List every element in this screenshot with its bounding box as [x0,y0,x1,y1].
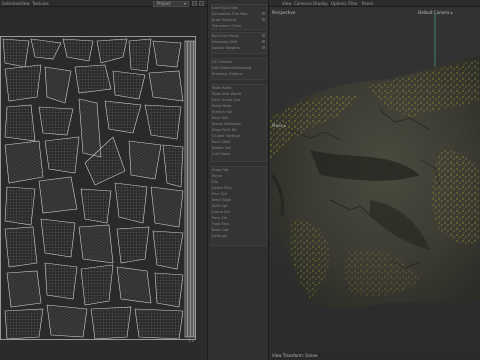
viewport-menu-display[interactable]: Display [313,1,328,6]
tool-panel: Load Sub-Files Simulation Flat Map Auto … [207,0,269,360]
settings-icon[interactable] [199,1,204,6]
perspective-label[interactable]: Perspective [272,10,295,15]
menu-textures[interactable]: Textures [32,1,49,6]
toggle-checkbox[interactable] [262,34,265,37]
move-tool-label: Move ▸ [272,123,287,128]
tool-row[interactable]: Pack Shell [212,140,230,144]
viewport-menu-filter[interactable]: Filter [348,1,358,6]
tool-row[interactable]: Simulation Flat Map [212,12,248,16]
tool-row[interactable]: Visual Distortion [212,122,241,126]
uv-corner-label: 1.0 [188,338,195,343]
tool-row[interactable]: Cluster Settings [212,134,241,138]
tool-row[interactable]: Texel Size World [212,92,241,96]
tool-row[interactable]: Weld Edge [212,198,231,202]
tool-row[interactable]: Group Set [212,210,230,214]
viewport-menu-cameras[interactable]: Cameras [294,1,312,6]
toggle-checkbox[interactable] [262,40,265,43]
3d-viewport[interactable]: View Cameras Display Options Filter Pane… [270,0,480,360]
tool-row[interactable]: Align Pack Dir [212,128,237,132]
toggle-checkbox[interactable] [262,18,265,21]
tool-row[interactable]: Settings [212,234,227,238]
grid-icon[interactable] [192,1,197,6]
menu-view[interactable]: View [20,1,30,6]
tool-row[interactable]: Pack Group Opt [212,98,240,102]
view-transform-label: View Transform: Scene [272,353,318,358]
tool-row[interactable]: Transform Chnls [212,24,241,28]
rock-model [270,0,480,360]
menu-selection[interactable]: Selection [2,1,20,6]
camera-label[interactable]: Default Camera ▸ [418,10,453,15]
tool-row[interactable]: Pins Opt [212,192,227,196]
toggle-checkbox[interactable] [262,46,265,49]
tool-row[interactable]: Relax Rate [212,104,231,108]
tool-row[interactable]: Dropping Shift [212,40,238,44]
tool-row[interactable]: Load Sub-Files [212,6,238,10]
tool-row[interactable]: Aspect Weights [212,46,240,50]
tool-row[interactable]: Pack Opt [212,116,228,120]
uv-editor-panel: 1.0 [0,8,207,360]
project-dropdown-value: Project [157,1,171,6]
tool-row[interactable]: Texel Ratio [212,86,231,90]
tool-row[interactable]: UV Checker [212,60,233,64]
tool-row[interactable]: Edit Material/Mapping [212,66,251,70]
tool-row[interactable]: Flip [212,180,218,184]
chevron-down-icon: ▾ [183,1,186,6]
tool-row[interactable]: Bake Opt [212,228,229,232]
project-dropdown[interactable]: Project ▾ [153,1,189,7]
tool-row[interactable]: Stacking Options [212,72,243,76]
tool-row[interactable]: Flow Pack [212,222,230,226]
uv-islands [1,37,195,339]
tool-row[interactable]: Cut Edges [212,152,230,156]
viewport-menu-view[interactable]: View [282,1,292,6]
tool-row[interactable]: Pack Sel [212,216,227,220]
tool-row[interactable]: Split Opt [212,204,228,208]
tool-row[interactable]: Auto Merging [212,18,236,22]
uv-canvas[interactable] [0,36,196,340]
tool-row[interactable]: Rotate Set [212,146,231,150]
viewport-menu-options[interactable]: Options [331,1,346,6]
tool-row[interactable]: Bg Chnls Mode [212,34,239,38]
viewport-footer: View Transform: Scene [270,352,480,360]
tool-row[interactable]: Stretch Opt [212,110,233,114]
toggle-checkbox[interactable] [262,12,265,15]
tool-row[interactable]: Mirror [212,174,223,178]
viewport-menu-panel[interactable]: Panel [362,1,373,6]
tool-row[interactable]: Snap Opt [212,168,229,172]
tool-row[interactable]: Select Pins [212,186,231,190]
viewport-menu-bar: View Cameras Display Options Filter Pane… [270,0,480,7]
